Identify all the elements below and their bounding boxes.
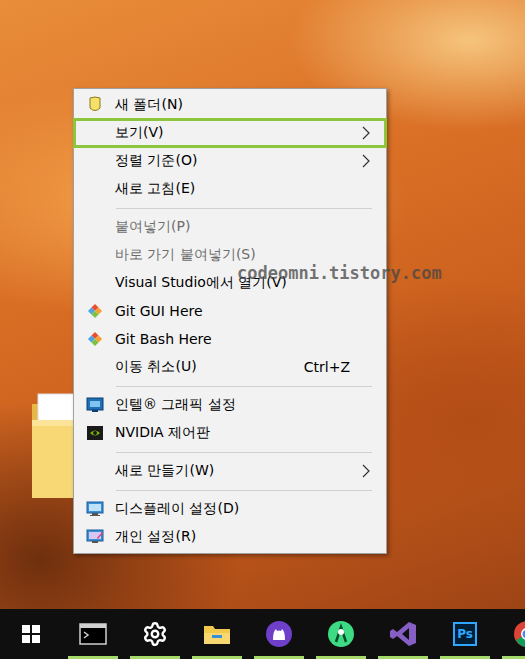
menu-item[interactable]: 정렬 기준(O)	[74, 147, 386, 175]
menu-item-label: 개인 설정(R)	[115, 528, 360, 546]
start-button[interactable]	[0, 609, 62, 659]
menu-separator	[116, 485, 372, 495]
submenu-arrow-icon	[360, 464, 372, 478]
menu-item-label: 바로 가기 붙여넣기(S)	[115, 246, 360, 264]
taskbar: Ps	[0, 609, 525, 659]
visual-studio-icon	[389, 620, 417, 648]
menu-item[interactable]: 새 폴더(N)	[74, 91, 386, 119]
menu-separator	[116, 381, 372, 391]
menu-item-label: Visual Studio에서 열기(V)	[115, 274, 360, 292]
intel-graphics-icon	[86, 397, 104, 413]
settings-button[interactable]	[124, 609, 186, 659]
menu-item[interactable]: NVIDIA 제어판	[74, 419, 386, 447]
menu-item-icon-slot	[86, 424, 104, 442]
settings-gear-icon	[142, 621, 168, 647]
menu-item[interactable]: 디스플레이 설정(D)	[74, 495, 386, 523]
menu-item[interactable]: 이동 취소(U)Ctrl+Z	[74, 353, 386, 381]
menu-item-icon-slot	[86, 246, 104, 264]
submenu-arrow-icon	[360, 126, 372, 140]
menu-item-label: Git Bash Here	[115, 331, 360, 347]
file-explorer-button[interactable]	[186, 609, 248, 659]
menu-item-icon-slot	[86, 358, 104, 376]
git-icon	[87, 303, 103, 319]
menu-item[interactable]: Git GUI Here	[74, 297, 386, 325]
github-button[interactable]	[248, 609, 310, 659]
chrome-button[interactable]	[496, 609, 525, 659]
menu-item-label: 인텔® 그래픽 설정	[115, 396, 360, 414]
context-menu: 새 폴더(N) 보기(V) 정렬 기준(O) 새로 고침(E) 붙여넣기(P) 바로 가기…	[73, 88, 387, 554]
android-studio-button[interactable]	[310, 609, 372, 659]
menu-item-icon-slot	[86, 96, 104, 114]
chrome-icon	[513, 620, 525, 648]
terminal-icon	[79, 623, 107, 645]
submenu-arrow-icon	[360, 154, 372, 168]
menu-item[interactable]: Visual Studio에서 열기(V)	[74, 269, 386, 297]
menu-item[interactable]: 새로 만들기(W)	[74, 457, 386, 485]
menu-item-label: Git GUI Here	[115, 303, 360, 319]
menu-item-icon-slot	[86, 396, 104, 414]
menu-item[interactable]: 개인 설정(R)	[74, 523, 386, 551]
menu-item-shortcut: Ctrl+Z	[304, 359, 350, 375]
menu-item[interactable]: 인텔® 그래픽 설정	[74, 391, 386, 419]
menu-item-icon-slot	[86, 462, 104, 480]
menu-separator	[116, 447, 372, 457]
menu-item-icon-slot	[86, 180, 104, 198]
terminal-button[interactable]	[62, 609, 124, 659]
menu-item-label: 새로 고침(E)	[115, 180, 360, 198]
menu-item: 붙여넣기(P)	[74, 213, 386, 241]
arrow-space	[360, 276, 372, 290]
menu-item-label: 이동 취소(U)	[115, 358, 304, 376]
menu-item[interactable]: 새로 고침(E)	[74, 175, 386, 203]
menu-item-label: 새 폴더(N)	[115, 96, 360, 114]
menu-item-label: 붙여넣기(P)	[115, 218, 360, 236]
menu-item-label: 디스플레이 설정(D)	[115, 500, 360, 518]
menu-item-label: 보기(V)	[115, 124, 360, 142]
display-icon	[86, 501, 104, 517]
menu-item[interactable]: Git Bash Here	[74, 325, 386, 353]
menu-item-icon-slot	[86, 302, 104, 320]
photoshop-icon: Ps	[453, 622, 477, 646]
visual-studio-button[interactable]	[372, 609, 434, 659]
desktop-wallpaper: 새 폴더(N) 보기(V) 정렬 기준(O) 새로 고침(E) 붙여넣기(P) 바로 가기…	[0, 0, 525, 609]
menu-item-label: 정렬 기준(O)	[115, 152, 360, 170]
menu-separator	[116, 203, 372, 213]
menu-item-icon-slot	[86, 274, 104, 292]
menu-item[interactable]: 보기(V)	[74, 119, 386, 147]
windows-start-icon	[22, 625, 40, 643]
menu-item-icon-slot	[86, 528, 104, 546]
menu-item: 바로 가기 붙여넣기(S)	[74, 241, 386, 269]
watermark: codeomni.tistory.com	[237, 263, 442, 283]
menu-item-icon-slot	[86, 124, 104, 142]
menu-item-label: NVIDIA 제어판	[115, 424, 360, 442]
new-folder-icon	[87, 96, 103, 114]
android-studio-icon	[327, 620, 355, 648]
github-desktop-icon	[265, 620, 293, 648]
git-icon	[87, 331, 103, 347]
menu-item-icon-slot	[86, 152, 104, 170]
menu-item-icon-slot	[86, 500, 104, 518]
menu-item-icon-slot	[86, 330, 104, 348]
nvidia-icon	[86, 425, 104, 441]
photoshop-button[interactable]: Ps	[434, 609, 496, 659]
menu-item-label: 새로 만들기(W)	[115, 462, 360, 480]
desktop-screen: 새 폴더(N) 보기(V) 정렬 기준(O) 새로 고침(E) 붙여넣기(P) 바로 가기…	[0, 0, 525, 659]
menu-item-icon-slot	[86, 218, 104, 236]
file-explorer-icon	[203, 622, 231, 646]
personalize-icon	[86, 529, 104, 545]
